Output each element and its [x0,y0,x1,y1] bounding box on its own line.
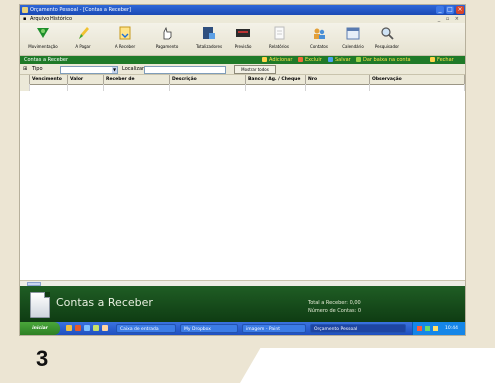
table-cell[interactable] [170,84,246,91]
task-paint[interactable]: imagem - Paint [242,324,306,333]
start-button[interactable]: iniciar [20,322,60,335]
tray-icon[interactable] [417,326,422,331]
system-tray: 10:44 [412,322,465,335]
delete-icon [298,57,303,62]
report-icon [271,25,287,41]
delete-button[interactable]: Excluir [298,56,322,64]
column-header[interactable]: Vencimento [30,75,68,84]
messenger-icon[interactable] [102,325,108,331]
hand-icon [159,25,175,41]
close-button[interactable]: × [456,6,464,14]
row-selector-header [20,75,30,84]
save-icon [328,57,333,62]
toolbar-label: A Receber [114,44,136,49]
show-all-button[interactable]: Mostrar todos [234,65,276,74]
settle-button[interactable]: Dar baixa na conta [356,56,411,64]
toolbar: Movimentação A Pagar A Receber Pagamento [20,23,465,56]
table-cell[interactable] [30,84,68,91]
tipo-label: Tipo [32,66,43,72]
row-selector[interactable] [20,84,30,91]
close-form-button[interactable]: Fechar [430,56,454,64]
toolbar-pagamento[interactable]: Pagamento [144,25,190,55]
tray-icon[interactable] [433,326,438,331]
save-button[interactable]: Salvar [328,56,351,64]
task-orcamento[interactable]: Orçamento Pessoal [310,324,406,333]
page-notch [240,348,495,383]
search-icon [379,25,395,41]
toolbar-pesquisador[interactable]: Pesquisador [364,25,410,55]
localizar-label: Localizar: [122,66,146,72]
menu-bar: ▪ Arquivo Histórico _ ▫ × [20,15,465,23]
movimentacao-icon [35,25,51,41]
table-cell[interactable] [370,84,465,91]
localizar-input[interactable] [144,66,226,74]
add-button[interactable]: Adicionar [262,56,292,64]
column-header[interactable]: Observação [370,75,465,84]
mdi-icon: ▪ [23,16,27,22]
column-header[interactable]: Descrição [170,75,246,84]
section-title: Contas a Receber [24,57,69,63]
column-header[interactable]: Banco / Ag. / Cheque [246,75,306,84]
app-window: Orçamento Pessoal - [Contas a Receber] _… [20,5,465,335]
toolbar-a-pagar[interactable]: A Pagar [60,25,106,55]
table-cell[interactable] [246,84,306,91]
desktop-icon[interactable] [84,325,90,331]
toolbar-label: Pesquisador [374,44,400,49]
grid-body[interactable] [20,91,465,280]
clock: 10:44 [445,326,458,331]
totalizadores-icon [201,25,217,41]
mdi-window-controls[interactable]: _ ▫ × [438,15,461,23]
toolbar-label: Pagamento [155,44,179,49]
step-number: 3 [36,346,49,371]
ie-icon[interactable] [66,325,72,331]
menu-arquivo[interactable]: Arquivo [30,15,49,23]
table-cell[interactable] [68,84,104,91]
tray-icon[interactable] [425,326,430,331]
menu-historico[interactable]: Histórico [50,15,72,23]
contacts-icon [311,25,327,41]
column-header[interactable]: Valor [68,75,104,84]
table-cell[interactable] [306,84,370,91]
previsao-icon [235,25,251,41]
calendar-icon [345,25,361,41]
task-dropbox[interactable]: My Dropbox [180,324,238,333]
column-header[interactable]: Receber de [104,75,170,84]
chevron-down-icon: ▼ [112,67,117,73]
window-title: Orçamento Pessoal - [Contas a Receber] [30,7,131,13]
settle-icon [356,57,361,62]
close-form-icon [430,57,435,62]
media-icon[interactable] [75,325,81,331]
minimize-button[interactable]: _ [436,6,444,14]
document-icon [117,25,133,41]
action-bar: Contas a Receber Adicionar Excluir Salva… [20,56,465,64]
total-label: Total a Receber: 0,00 [308,300,361,306]
pencil-icon [75,25,91,41]
count-label: Número de Contas: 0 [308,308,362,314]
task-mail[interactable]: Caixa de entrada [116,324,176,333]
column-header[interactable]: Nro [306,75,370,84]
tipo-select[interactable]: ▼ [60,66,118,74]
filter-bar: ⊞ Tipo ▼ Localizar: Mostrar todos [20,64,465,74]
maximize-button[interactable]: □ [446,6,454,14]
folder-icon[interactable] [93,325,99,331]
toolbar-label: A Pagar [75,44,91,49]
binoculars-icon: ⊞ [23,66,28,72]
banner-title: Contas a Receber [56,296,153,309]
title-bar: Orçamento Pessoal - [Contas a Receber] _… [20,5,465,15]
app-icon [22,7,28,13]
taskbar: iniciar Caixa de entrada My Dropbox imag… [20,322,465,335]
summary-banner: Contas a Receber Total a Receber: 0,00 N… [20,286,465,322]
table-cell[interactable] [104,84,170,91]
toolbar-a-receber[interactable]: A Receber [102,25,148,55]
document-icon [30,292,50,318]
add-icon [262,57,267,62]
